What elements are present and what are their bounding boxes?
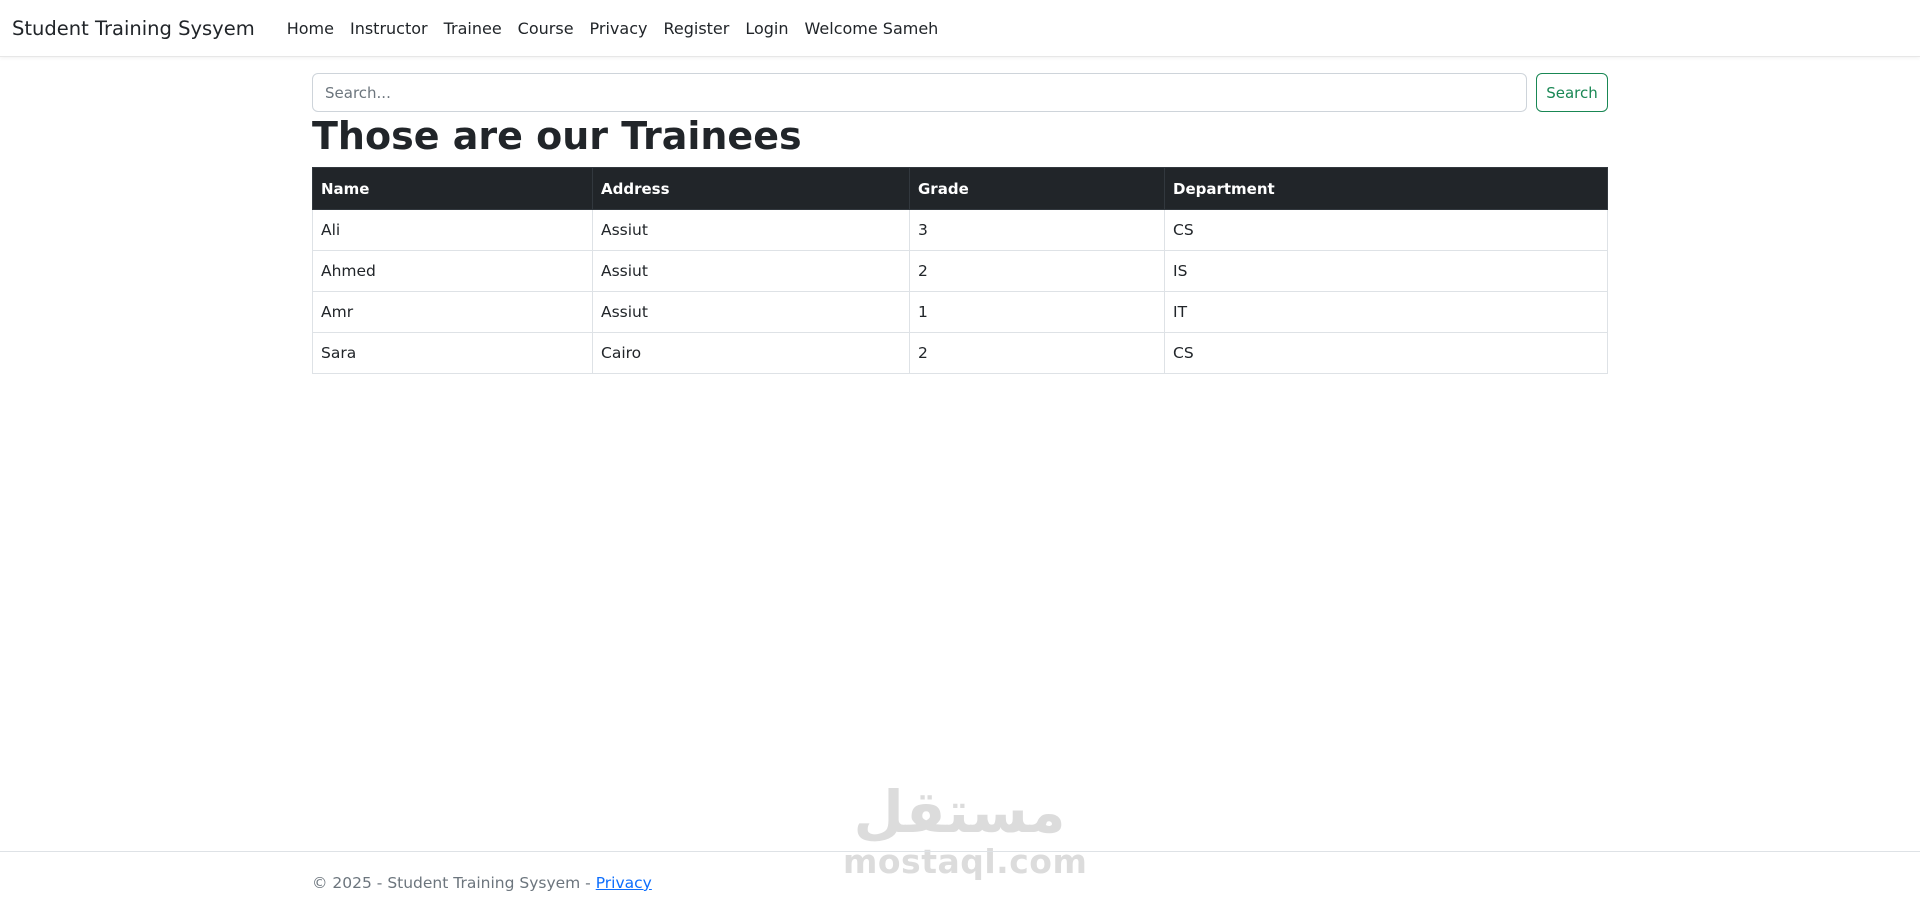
nav-item-register[interactable]: Register — [655, 19, 737, 38]
cell-address: Cairo — [592, 332, 910, 374]
cell-name: Sara — [312, 332, 593, 374]
page-footer: © 2025 - Student Training Sysyem - Priva… — [0, 851, 1920, 908]
column-header-grade: Grade — [909, 167, 1165, 210]
table-row: Ahmed Assiut 2 IS — [312, 250, 1608, 292]
search-input[interactable] — [312, 73, 1527, 112]
nav-item-login[interactable]: Login — [737, 19, 796, 38]
nav-item-instructor[interactable]: Instructor — [342, 19, 436, 38]
column-header-name: Name — [312, 167, 593, 210]
cell-department: CS — [1164, 332, 1608, 374]
cell-grade: 2 — [909, 250, 1165, 292]
cell-address: Assiut — [592, 250, 910, 292]
page-title: Those are our Trainees — [312, 114, 802, 158]
nav-links: Home Instructor Trainee Course Privacy R… — [279, 19, 947, 38]
nav-item-home[interactable]: Home — [279, 19, 342, 38]
cell-name: Ahmed — [312, 250, 593, 292]
cell-address: Assiut — [592, 291, 910, 333]
table-row: Sara Cairo 2 CS — [312, 332, 1608, 374]
watermark-arabic-text: مستقل — [853, 778, 1066, 846]
table-header-row: Name Address Grade Department — [312, 167, 1608, 210]
table-row: Amr Assiut 1 IT — [312, 291, 1608, 333]
cell-name: Ali — [312, 209, 593, 251]
search-bar: Search — [312, 73, 1608, 112]
cell-name: Amr — [312, 291, 593, 333]
cell-department: CS — [1164, 209, 1608, 251]
cell-address: Assiut — [592, 209, 910, 251]
trainees-table: Name Address Grade Department Ali Assiut… — [312, 167, 1608, 374]
search-button[interactable]: Search — [1536, 73, 1608, 112]
top-navbar: Student Training Sysyem Home Instructor … — [0, 0, 1920, 57]
table-row: Ali Assiut 3 CS — [312, 209, 1608, 251]
cell-grade: 3 — [909, 209, 1165, 251]
nav-item-privacy[interactable]: Privacy — [582, 19, 656, 38]
nav-item-welcome-user[interactable]: Welcome Sameh — [797, 19, 947, 38]
cell-department: IS — [1164, 250, 1608, 292]
nav-item-course[interactable]: Course — [510, 19, 582, 38]
column-header-department: Department — [1164, 167, 1608, 210]
brand-link[interactable]: Student Training Sysyem — [12, 17, 255, 40]
cell-department: IT — [1164, 291, 1608, 333]
footer-privacy-link[interactable]: Privacy — [596, 874, 652, 892]
footer-text: © 2025 - Student Training Sysyem - Priva… — [312, 874, 652, 892]
nav-item-trainee[interactable]: Trainee — [436, 19, 510, 38]
cell-grade: 1 — [909, 291, 1165, 333]
footer-copyright: © 2025 - Student Training Sysyem - — [312, 874, 596, 892]
column-header-address: Address — [592, 167, 910, 210]
cell-grade: 2 — [909, 332, 1165, 374]
